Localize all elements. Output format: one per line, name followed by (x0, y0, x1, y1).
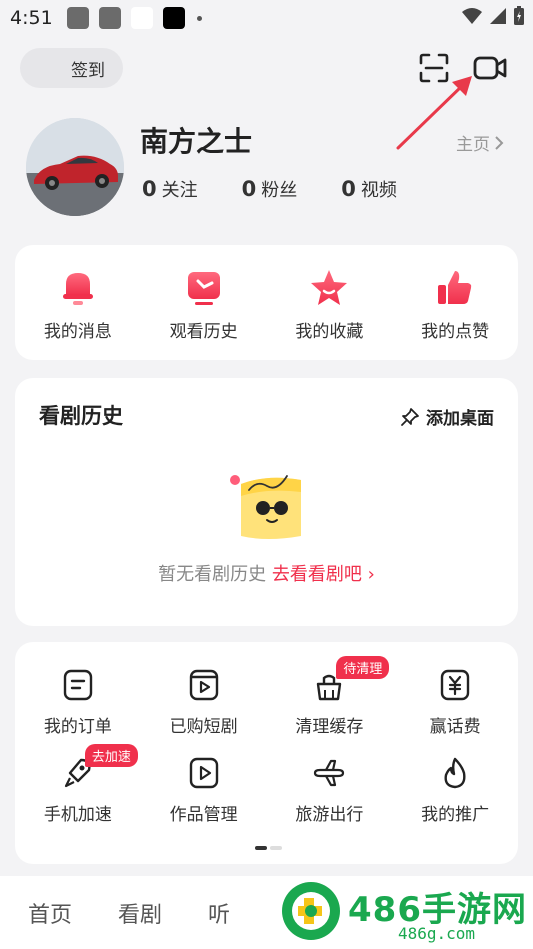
tool-purchased[interactable]: 已购短剧 (149, 668, 259, 737)
tool-phone-boost[interactable]: 去加速 手机加速 (23, 744, 138, 825)
status-right (461, 6, 525, 26)
quick-item-label: 我的点赞 (421, 322, 490, 342)
checkin-button[interactable]: 签到 (20, 48, 123, 88)
quick-item-favorites[interactable]: 我的收藏 (274, 267, 384, 342)
car-avatar-icon (26, 118, 124, 216)
homepage-link[interactable]: 主页 (456, 130, 504, 155)
checkin-label: 签到 (71, 60, 105, 81)
tool-travel[interactable]: 旅游出行 (274, 756, 384, 825)
page-indicator (255, 846, 282, 850)
nav-listen[interactable]: 听 (208, 897, 230, 929)
stat-label: 视频 (360, 180, 397, 201)
tool-label: 清理缓存 (295, 717, 364, 737)
tool-label: 赢话费 (429, 717, 481, 737)
tool-label: 我的推广 (421, 805, 490, 825)
profile-stats: 0 关注 0 粉丝 0 视频 (142, 176, 441, 202)
bell-icon (62, 273, 93, 305)
pin-icon (401, 407, 419, 426)
quick-item-label: 我的收藏 (295, 322, 364, 342)
stat-label: 粉丝 (261, 180, 298, 201)
tool-label: 旅游出行 (295, 805, 364, 825)
quick-item-history[interactable]: 观看历史 (149, 267, 259, 342)
status-time: 4:51 (10, 7, 53, 29)
stat-value: 0 (142, 177, 157, 201)
wifi-icon (462, 8, 482, 24)
history-title: 看剧历史 (39, 404, 123, 428)
tool-win-credit[interactable]: 赢话费 (400, 668, 510, 737)
notification-icon (130, 7, 153, 29)
works-play-icon (189, 757, 218, 789)
quick-item-messages[interactable]: 我的消息 (23, 267, 133, 342)
stat-value: 0 (341, 177, 356, 201)
tool-label: 作品管理 (169, 805, 238, 825)
purchased-drama-icon (189, 669, 218, 701)
tool-label: 已购短剧 (169, 717, 238, 737)
notification-icon (66, 7, 89, 29)
stat-videos[interactable]: 0 视频 (341, 176, 397, 202)
quick-item-likes[interactable]: 我的点赞 (400, 267, 510, 342)
more-notifications-dot (196, 15, 202, 21)
signal-icon (490, 8, 506, 24)
stat-followers[interactable]: 0 粉丝 (242, 176, 298, 202)
quick-actions-card: 我的消息 观看历史 我的收藏 我的点赞 (15, 245, 518, 360)
go-watch-link[interactable]: 去看看剧吧 › (272, 564, 375, 585)
phone-boost-badge: 去加速 (84, 744, 138, 767)
yuan-icon (440, 669, 470, 701)
add-desktop-label: 添加桌面 (426, 409, 494, 429)
page-dot (270, 846, 282, 850)
clear-cache-badge: 待清理 (336, 656, 390, 679)
notification-icon (98, 7, 121, 29)
notification-icon (162, 7, 185, 29)
nav-home[interactable]: 首页 (28, 897, 72, 929)
watermark-logo-icon (282, 882, 340, 940)
nav-drama[interactable]: 看剧 (118, 897, 162, 929)
stat-value: 0 (241, 177, 257, 201)
order-icon (63, 669, 93, 701)
page-dot-active (255, 846, 267, 850)
tool-label: 手机加速 (43, 805, 112, 825)
tools-card: 我的订单 已购短剧 待清理 清理缓存 赢话费 去加速 手机加速 作品管理 旅游出… (15, 642, 518, 864)
battery-icon (514, 6, 524, 25)
avatar[interactable] (26, 118, 124, 216)
stat-label: 关注 (161, 180, 198, 201)
tool-orders[interactable]: 我的订单 (23, 668, 133, 737)
history-clock-icon (187, 272, 220, 305)
tool-promotion[interactable]: 我的推广 (400, 756, 510, 825)
chevron-right-icon (495, 135, 504, 150)
thumbs-up-icon (438, 271, 472, 304)
watermark-domain: 486g.com (398, 924, 476, 943)
stat-following[interactable]: 0 关注 (142, 176, 198, 202)
empty-history-text: 暂无看剧历史 去看看剧吧 › (15, 560, 518, 586)
homepage-label: 主页 (456, 135, 490, 155)
tool-works[interactable]: 作品管理 (149, 756, 259, 825)
quick-item-label: 观看历史 (169, 322, 238, 342)
airplane-icon (314, 759, 345, 787)
tool-clear-cache[interactable]: 待清理 清理缓存 (274, 656, 390, 737)
tool-label: 我的订单 (43, 717, 112, 737)
watch-history-card: 看剧历史 添加桌面 暂无看剧历史 去看看剧吧 › (15, 378, 518, 626)
watermark: 486手游网 486g.com (280, 878, 533, 949)
flame-icon (444, 757, 466, 789)
username: 南方之士 (140, 125, 253, 158)
quick-item-label: 我的消息 (43, 322, 112, 342)
status-bar: 4:51 (0, 0, 533, 36)
empty-text: 暂无看剧历史 (158, 564, 267, 585)
add-desktop-button[interactable]: 添加桌面 (400, 404, 494, 429)
star-icon (311, 270, 348, 305)
go-watch-label: 去看看剧吧 (271, 564, 362, 585)
empty-box-mascot-icon (230, 475, 301, 539)
